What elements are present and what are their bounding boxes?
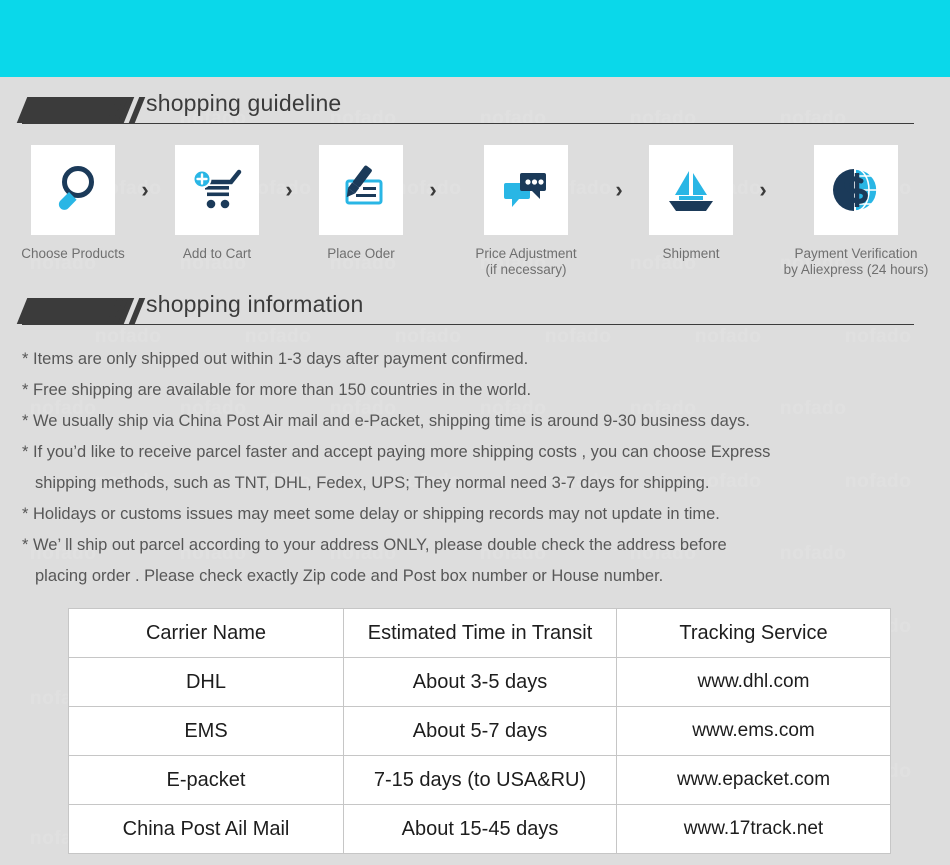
step-label: Payment Verification by Aliexpress (24 h… [783, 246, 929, 277]
table-cell: China Post Ail Mail [68, 804, 344, 854]
dollar-globe-icon [833, 168, 878, 212]
step-label: Shipment [662, 246, 720, 261]
section-title: shopping information [146, 291, 364, 317]
tracking-service-cell[interactable]: www.17track.net [616, 804, 891, 854]
step-icon-box [319, 145, 403, 235]
step-place-order[interactable]: Place Oder [302, 145, 420, 262]
tracking-service-cell[interactable]: www.ems.com [616, 706, 891, 756]
step-icon-box [649, 145, 733, 235]
tracking-service-cell[interactable]: www.dhl.com [616, 657, 891, 707]
table-cell: DHL [68, 657, 344, 707]
table-cell: 7-15 days (to USA&RU) [343, 755, 617, 805]
table-header-cell: Estimated Time in Transit [343, 608, 617, 658]
chevron-right-icon: › [615, 177, 623, 202]
info-line: * If you’d like to receive parcel faster… [22, 443, 771, 461]
top-cyan-banner [0, 0, 950, 77]
step-shipment[interactable]: Shipment [632, 145, 750, 262]
chevron-right-icon: › [759, 177, 767, 202]
table-cell: About 3-5 days [343, 657, 617, 707]
step-icon-box [484, 145, 568, 235]
info-line: * Holidays or customs issues may meet so… [22, 505, 720, 523]
section-divider [22, 123, 914, 124]
step-icon-box [31, 145, 115, 235]
step-label: Choose Products [21, 246, 125, 261]
section-divider [22, 324, 914, 325]
table-cell: About 5-7 days [343, 706, 617, 756]
step-add-to-cart[interactable]: Add to Cart [158, 145, 276, 262]
section-title: shopping guideline [146, 90, 342, 116]
chat-bubbles-icon [504, 173, 546, 207]
step-label: Price Adjustment (if necessary) [475, 246, 577, 277]
step-label: Add to Cart [182, 246, 252, 261]
step-choose-products[interactable]: Choose Products [14, 145, 132, 262]
info-line: placing order . Please check exactly Zip… [35, 567, 664, 585]
step-payment-verification[interactable]: Payment Verification by Aliexpress (24 h… [776, 145, 936, 278]
table-header-cell: Tracking Service [616, 608, 891, 658]
sailboat-icon [669, 171, 713, 211]
chevron-right-icon: › [141, 177, 149, 202]
step-label: Place Oder [327, 246, 395, 261]
info-line: * Items are only shipped out within 1-3 … [22, 350, 529, 368]
info-line: shipping methods, such as TNT, DHL, Fede… [35, 474, 710, 492]
table-row: DHL About 3-5 days www.dhl.com [68, 657, 891, 707]
tracking-service-cell[interactable]: www.epacket.com [616, 755, 891, 805]
table-cell: EMS [68, 706, 344, 756]
carrier-table: Carrier Name Estimated Time in Transit T… [68, 608, 891, 854]
shopping-information-list: * Items are only shipped out within 1-3 … [22, 344, 932, 592]
chevron-right-icon: › [429, 177, 437, 202]
chevron-right-icon: › [285, 177, 293, 202]
step-price-adjustment[interactable]: Price Adjustment (if necessary) [446, 145, 606, 278]
step-icon-box [814, 145, 898, 235]
section-heading-shopping-information: shopping information [0, 291, 950, 336]
table-row: E-packet 7-15 days (to USA&RU) www.epacket… [68, 755, 891, 805]
step-icon-box [175, 145, 259, 235]
section-heading-shopping-guideline: shopping guideline [0, 90, 950, 135]
table-row: China Post Ail Mail About 15-45 days www.1… [68, 804, 891, 854]
table-row: EMS About 5-7 days www.ems.com [68, 706, 891, 756]
info-line: * We usually ship via China Post Air mai… [22, 412, 750, 430]
table-cell: E-packet [68, 755, 344, 805]
sign-order-icon [345, 165, 383, 205]
add-to-cart-icon [192, 169, 242, 209]
table-header-row: Carrier Name Estimated Time in Transit T… [68, 608, 891, 658]
magnifier-icon [58, 166, 94, 210]
shopping-guideline-steps: Choose Products › Add to Cart › Place Od… [0, 145, 950, 278]
table-cell: About 15-45 days [343, 804, 617, 854]
info-line: * We’ ll ship out parcel according to yo… [22, 536, 727, 554]
table-header-cell: Carrier Name [68, 608, 344, 658]
info-line: * Free shipping are available for more t… [22, 381, 532, 399]
